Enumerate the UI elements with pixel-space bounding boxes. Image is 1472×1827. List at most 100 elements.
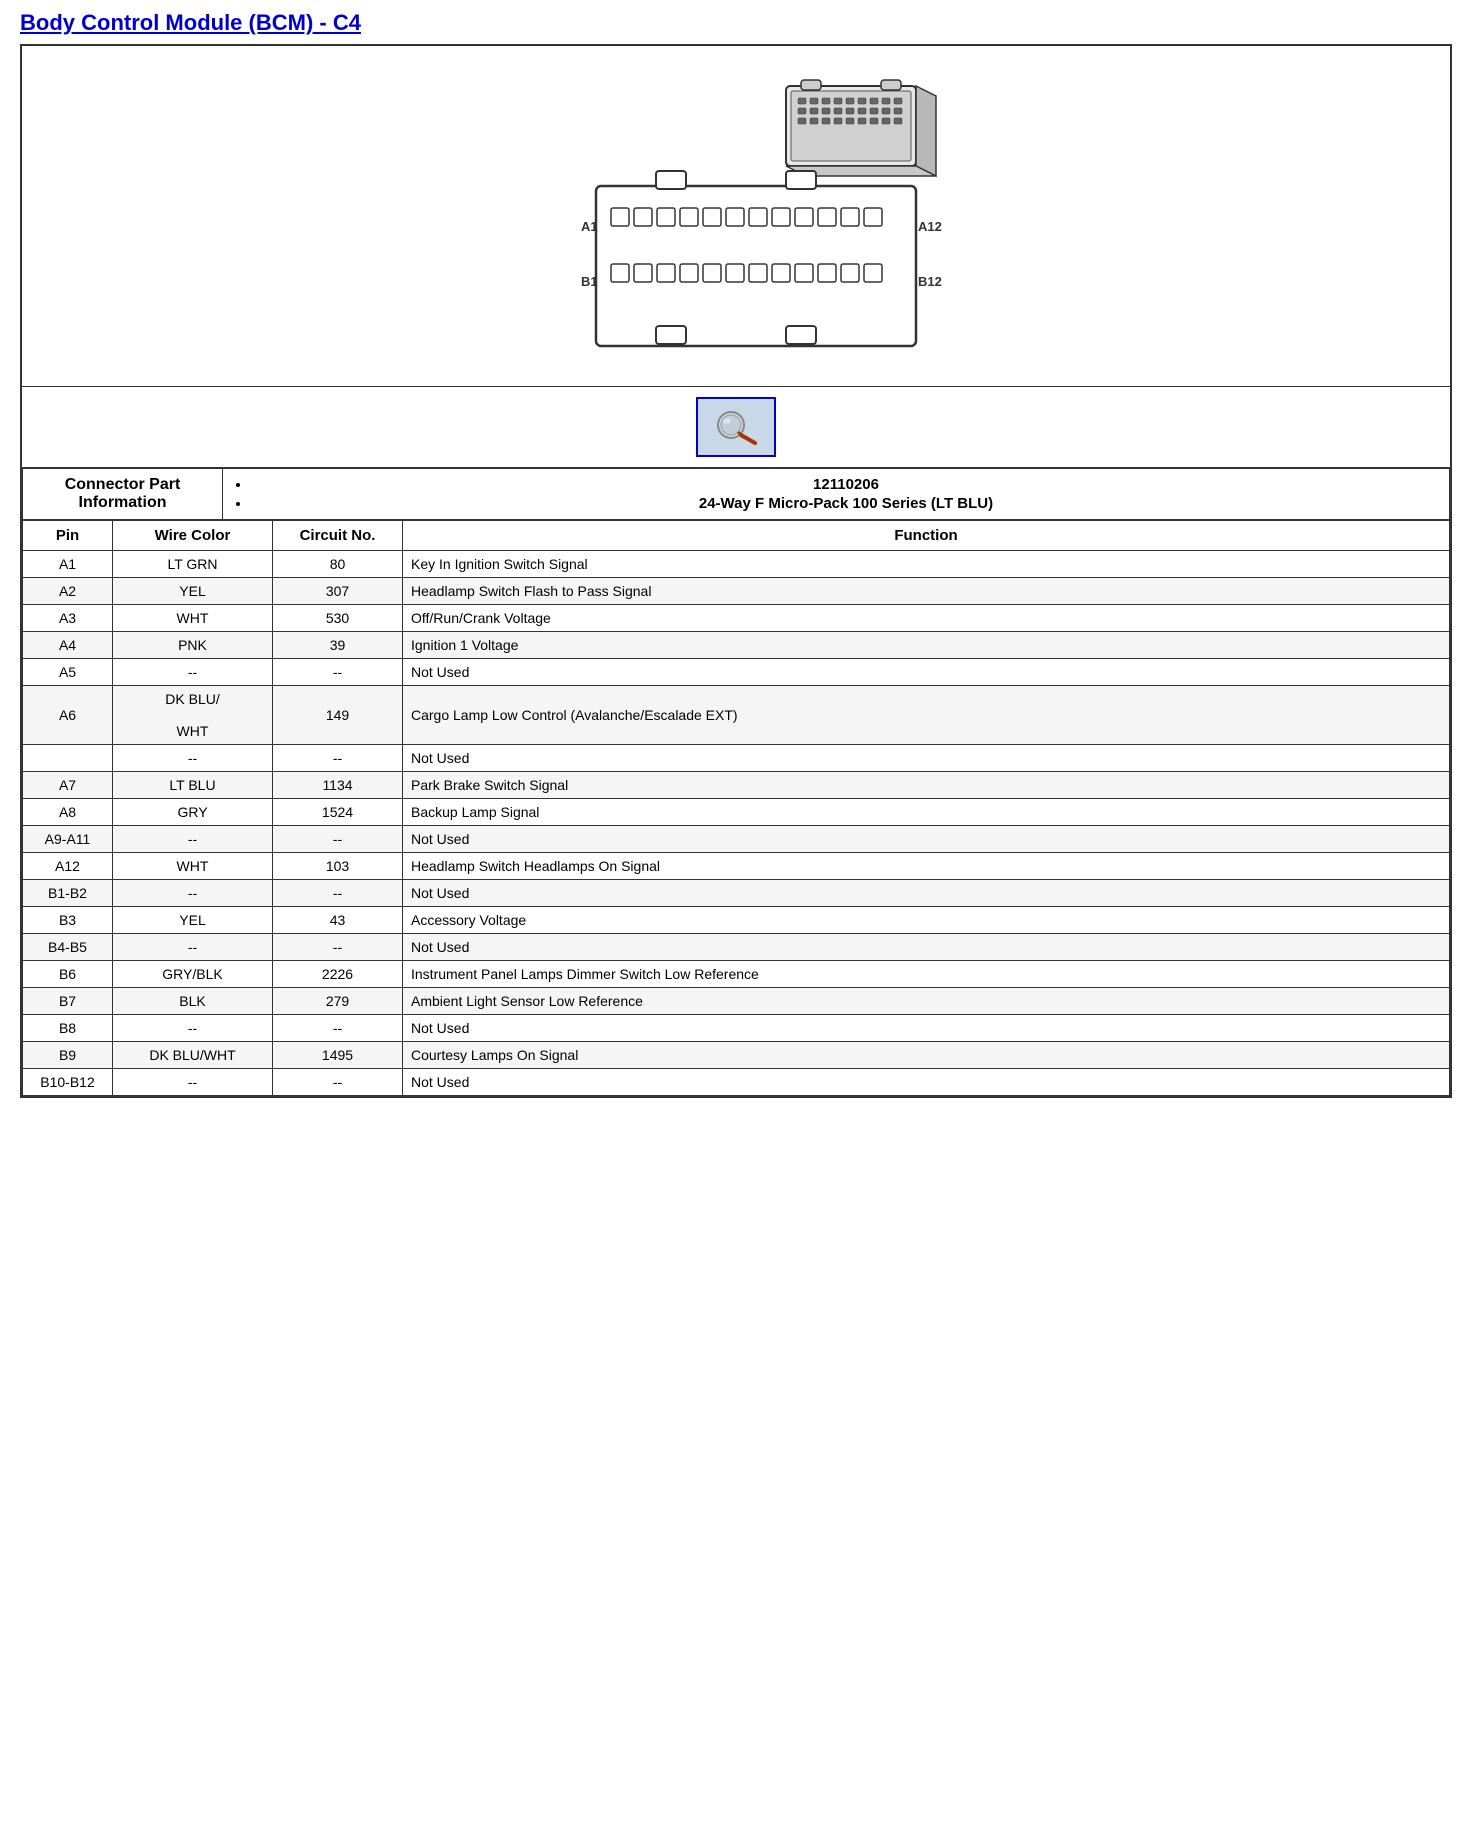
table-row: A3WHT530Off/Run/Crank Voltage (23, 605, 1450, 632)
table-row: A5----Not Used (23, 659, 1450, 686)
function-cell: Not Used (403, 745, 1450, 772)
wire-color-cell: -- (113, 745, 273, 772)
pin-cell: A8 (23, 799, 113, 826)
circuit-no-cell: 307 (273, 578, 403, 605)
circuit-no-cell: 2226 (273, 961, 403, 988)
wire-color-cell: -- (113, 659, 273, 686)
header-circuit-no: Circuit No. (273, 521, 403, 551)
circuit-no-cell: -- (273, 934, 403, 961)
pin-cell: A6 (23, 686, 113, 745)
wire-color-cell: WHT (113, 605, 273, 632)
pin-cell (23, 745, 113, 772)
page-title: Body Control Module (BCM) - C4 (20, 10, 1452, 36)
function-cell: Cargo Lamp Low Control (Avalanche/Escala… (403, 686, 1450, 745)
magnify-area[interactable] (22, 387, 1450, 468)
wire-color-cell: LT BLU (113, 772, 273, 799)
table-row: A8GRY1524Backup Lamp Signal (23, 799, 1450, 826)
svg-text:B12: B12 (918, 274, 942, 289)
table-row: B6GRY/BLK2226Instrument Panel Lamps Dimm… (23, 961, 1450, 988)
wire-color-cell: YEL (113, 578, 273, 605)
circuit-no-cell: 39 (273, 632, 403, 659)
pin-cell: A2 (23, 578, 113, 605)
pin-cell: B3 (23, 907, 113, 934)
header-pin: Pin (23, 521, 113, 551)
pin-cell: A12 (23, 853, 113, 880)
table-row: B4-B5----Not Used (23, 934, 1450, 961)
connector-diagram-area: A1 A12 B1 B12 (22, 46, 1450, 387)
circuit-no-cell: -- (273, 745, 403, 772)
function-cell: Backup Lamp Signal (403, 799, 1450, 826)
wire-color-cell: DK BLU/WHT (113, 686, 273, 745)
function-cell: Not Used (403, 826, 1450, 853)
circuit-no-cell: -- (273, 1015, 403, 1042)
connector-3d (786, 80, 936, 176)
function-cell: Not Used (403, 934, 1450, 961)
table-row: A7LT BLU1134Park Brake Switch Signal (23, 772, 1450, 799)
wire-color-cell: YEL (113, 907, 273, 934)
wire-color-cell: GRY/BLK (113, 961, 273, 988)
wire-color-cell: DK BLU/WHT (113, 1042, 273, 1069)
function-cell: Park Brake Switch Signal (403, 772, 1450, 799)
circuit-no-cell: 43 (273, 907, 403, 934)
function-cell: Key In Ignition Switch Signal (403, 551, 1450, 578)
function-cell: Ambient Light Sensor Low Reference (403, 988, 1450, 1015)
circuit-no-cell: -- (273, 826, 403, 853)
pin-cell: A1 (23, 551, 113, 578)
pin-cell: A5 (23, 659, 113, 686)
pin-cell: B7 (23, 988, 113, 1015)
table-row: A6DK BLU/WHT149Cargo Lamp Low Control (A… (23, 686, 1450, 745)
circuit-no-cell: -- (273, 1069, 403, 1096)
function-cell: Off/Run/Crank Voltage (403, 605, 1450, 632)
table-row: B9DK BLU/WHT1495Courtesy Lamps On Signal (23, 1042, 1450, 1069)
circuit-no-cell: -- (273, 880, 403, 907)
table-row: A2YEL307Headlamp Switch Flash to Pass Si… (23, 578, 1450, 605)
table-row: B1-B2----Not Used (23, 880, 1450, 907)
table-row: ----Not Used (23, 745, 1450, 772)
pin-cell: A4 (23, 632, 113, 659)
circuit-no-cell: -- (273, 659, 403, 686)
pin-cell: A7 (23, 772, 113, 799)
circuit-no-cell: 1524 (273, 799, 403, 826)
table-row: B10-B12----Not Used (23, 1069, 1450, 1096)
pin-cell: B9 (23, 1042, 113, 1069)
connector-part-detail: 12110206 24-Way F Micro-Pack 100 Series … (223, 469, 1450, 520)
circuit-no-cell: 80 (273, 551, 403, 578)
outer-border: A1 A12 B1 B12 (20, 44, 1452, 1098)
wire-color-cell: -- (113, 1069, 273, 1096)
pin-cell: A3 (23, 605, 113, 632)
connector-diagram-svg: A1 A12 B1 B12 (526, 66, 946, 376)
function-cell: Not Used (403, 659, 1450, 686)
circuit-no-cell: 149 (273, 686, 403, 745)
part-description: 24-Way F Micro-Pack 100 Series (LT BLU) (251, 495, 1441, 512)
wire-color-cell: -- (113, 880, 273, 907)
part-number: 12110206 (251, 476, 1441, 493)
magnify-button[interactable] (696, 397, 776, 457)
wire-color-cell: -- (113, 826, 273, 853)
wire-color-cell: BLK (113, 988, 273, 1015)
table-row: A1LT GRN80Key In Ignition Switch Signal (23, 551, 1450, 578)
magnify-icon (711, 407, 761, 447)
header-function: Function (403, 521, 1450, 551)
wire-color-cell: -- (113, 1015, 273, 1042)
svg-text:A12: A12 (918, 219, 942, 234)
wire-color-cell: PNK (113, 632, 273, 659)
svg-text:B1: B1 (581, 274, 598, 289)
pin-cell: B10-B12 (23, 1069, 113, 1096)
table-row: A4PNK39Ignition 1 Voltage (23, 632, 1450, 659)
pin-data-table: Pin Wire Color Circuit No. Function A1LT… (22, 520, 1450, 1096)
circuit-no-cell: 103 (273, 853, 403, 880)
circuit-no-cell: 1495 (273, 1042, 403, 1069)
table-row: B7BLK279Ambient Light Sensor Low Referen… (23, 988, 1450, 1015)
header-wire-color: Wire Color (113, 521, 273, 551)
circuit-no-cell: 530 (273, 605, 403, 632)
pin-cell: B6 (23, 961, 113, 988)
function-cell: Accessory Voltage (403, 907, 1450, 934)
function-cell: Not Used (403, 1069, 1450, 1096)
page: Body Control Module (BCM) - C4 (0, 0, 1472, 1108)
table-row: B8----Not Used (23, 1015, 1450, 1042)
function-cell: Not Used (403, 1015, 1450, 1042)
table-row: A9-A11----Not Used (23, 826, 1450, 853)
function-cell: Headlamp Switch Flash to Pass Signal (403, 578, 1450, 605)
circuit-no-cell: 1134 (273, 772, 403, 799)
function-cell: Headlamp Switch Headlamps On Signal (403, 853, 1450, 880)
